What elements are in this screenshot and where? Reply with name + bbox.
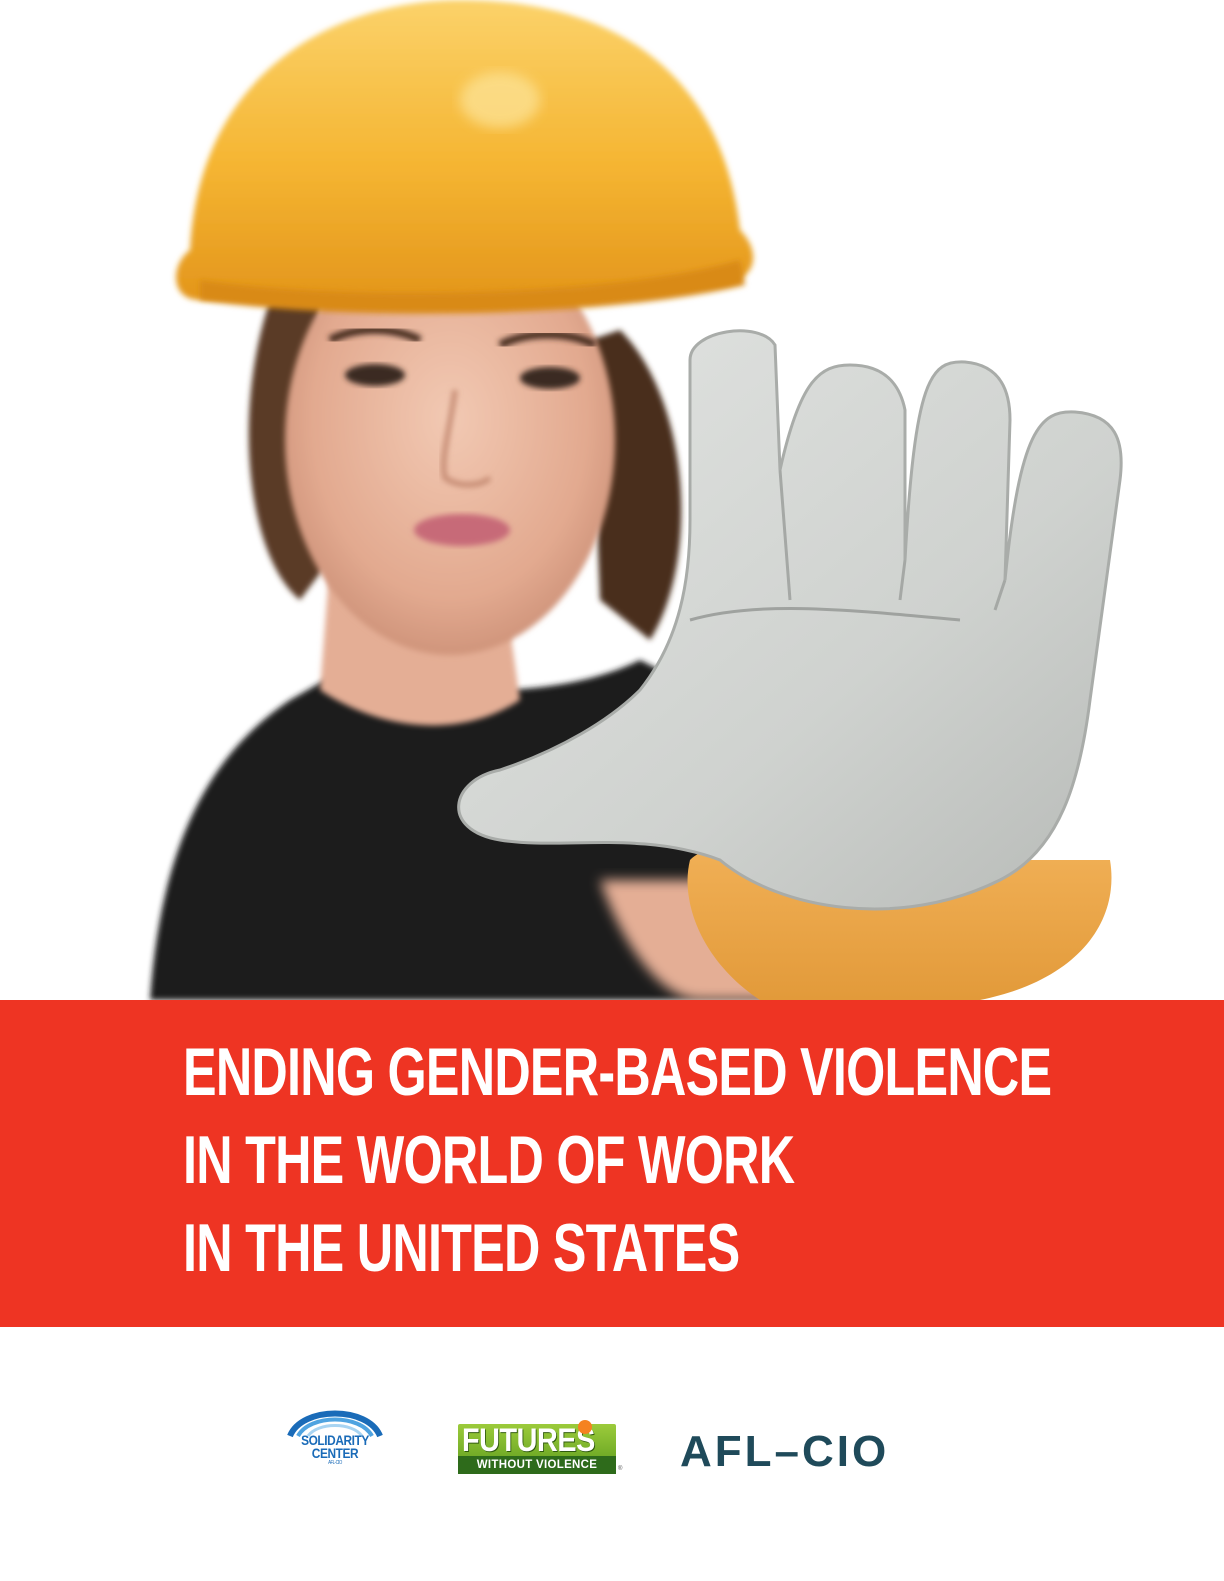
solidarity-line-3: AFL-CIO (328, 1460, 342, 1466)
worker-stop-gesture-illustration (150, 0, 1123, 1000)
partner-logos: SOLIDARITY CENTER AFL-CIO FUTURES WITHOU… (0, 1370, 1224, 1520)
title-line-1: ENDING GENDER-BASED VIOLENCE (183, 1034, 1052, 1110)
solidarity-line-2: CENTER (311, 1445, 359, 1461)
solidarity-center-logo: SOLIDARITY CENTER AFL-CIO (284, 1400, 386, 1484)
futures-logo-box: FUTURES WITHOUT VIOLENCE (458, 1420, 616, 1474)
hard-hat-icon (176, 0, 754, 300)
futures-main-text: FUTURES (462, 1422, 595, 1458)
registered-mark: ® (618, 1466, 623, 1472)
futures-without-violence-logo: FUTURES WITHOUT VIOLENCE ® (458, 1420, 624, 1476)
afl-cio-logo: AFL–CIO (680, 1427, 890, 1476)
title-line-2: IN THE WORLD OF WORK (183, 1122, 795, 1198)
futures-sub-text: WITHOUT VIOLENCE (458, 1456, 616, 1474)
cover-photo (0, 0, 1224, 1000)
title-banner: ENDING GENDER-BASED VIOLENCE IN THE WORL… (0, 1000, 1224, 1327)
futures-dot-icon (578, 1420, 592, 1434)
document-title: ENDING GENDER-BASED VIOLENCE IN THE WORL… (183, 1028, 1052, 1292)
title-line-3: IN THE UNITED STATES (183, 1210, 740, 1286)
